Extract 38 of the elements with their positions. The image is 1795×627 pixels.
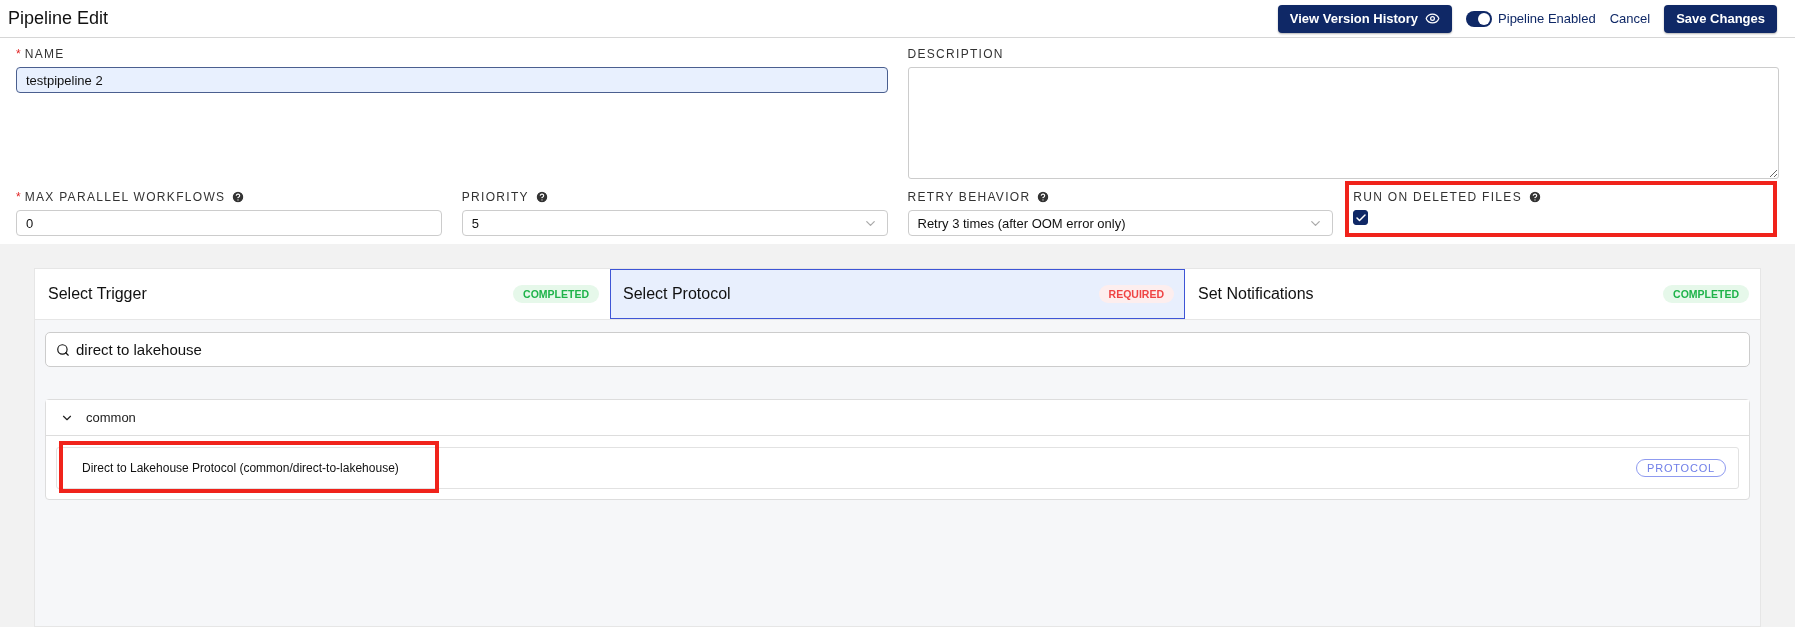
search-icon xyxy=(56,342,70,357)
search-text: direct to lakehouse xyxy=(76,341,202,358)
step-tab[interactable]: Select Protocol REQUIRED xyxy=(610,269,1185,319)
search-field[interactable]: direct to lakehouse xyxy=(45,332,1750,367)
required-mark: * xyxy=(16,47,21,61)
select-field[interactable]: 5 xyxy=(461,210,888,236)
field-label: PRIORITY xyxy=(461,190,529,204)
cancel-link[interactable]: Cancel xyxy=(1609,11,1651,26)
eye-icon xyxy=(1425,11,1441,26)
checkbox[interactable] xyxy=(1353,210,1369,225)
text-field[interactable]: 0 xyxy=(16,210,442,236)
tab-label: Set Notifications xyxy=(1198,285,1314,303)
page-title: Pipeline Edit xyxy=(8,8,110,29)
help-icon[interactable] xyxy=(1527,190,1542,204)
tab-label: Select Protocol xyxy=(623,285,731,303)
field-label: RETRY BEHAVIOR xyxy=(907,190,1031,204)
field-label: DESCRIPTION xyxy=(907,47,1004,61)
group-header[interactable]: common xyxy=(46,400,1749,436)
field-label: NAME xyxy=(24,47,65,61)
required-mark: * xyxy=(16,190,21,204)
toggle-label: Pipeline Enabled xyxy=(1498,11,1596,26)
status-badge: COMPLETED xyxy=(513,285,599,303)
item-label: Direct to Lakehouse Protocol (common/direct-to-lakehouse) xyxy=(82,461,399,475)
description-field[interactable] xyxy=(907,67,1779,179)
field-label: MAX PARALLEL WORKFLOWS xyxy=(24,190,226,204)
status-badge: REQUIRED xyxy=(1098,285,1174,303)
help-icon[interactable] xyxy=(1036,190,1051,204)
field-label: RUN ON DELETED FILES xyxy=(1353,190,1522,204)
toggle-switch[interactable] xyxy=(1466,10,1493,27)
protocol-item[interactable]: Direct to Lakehouse Protocol (common/direct-to-lakehouse) PROTOCOL xyxy=(56,447,1739,489)
status-badge: COMPLETED xyxy=(1663,285,1749,303)
view-history-button[interactable]: View Version History xyxy=(1277,4,1453,33)
help-icon[interactable] xyxy=(534,190,549,204)
select-field[interactable]: Retry 3 times (after OOM error only) xyxy=(907,210,1334,236)
save-button[interactable]: Save Changes xyxy=(1664,4,1777,33)
help-icon[interactable] xyxy=(231,190,246,204)
tab-label: Select Trigger xyxy=(48,285,147,303)
name-field[interactable]: testpipeline 2 xyxy=(16,67,888,93)
